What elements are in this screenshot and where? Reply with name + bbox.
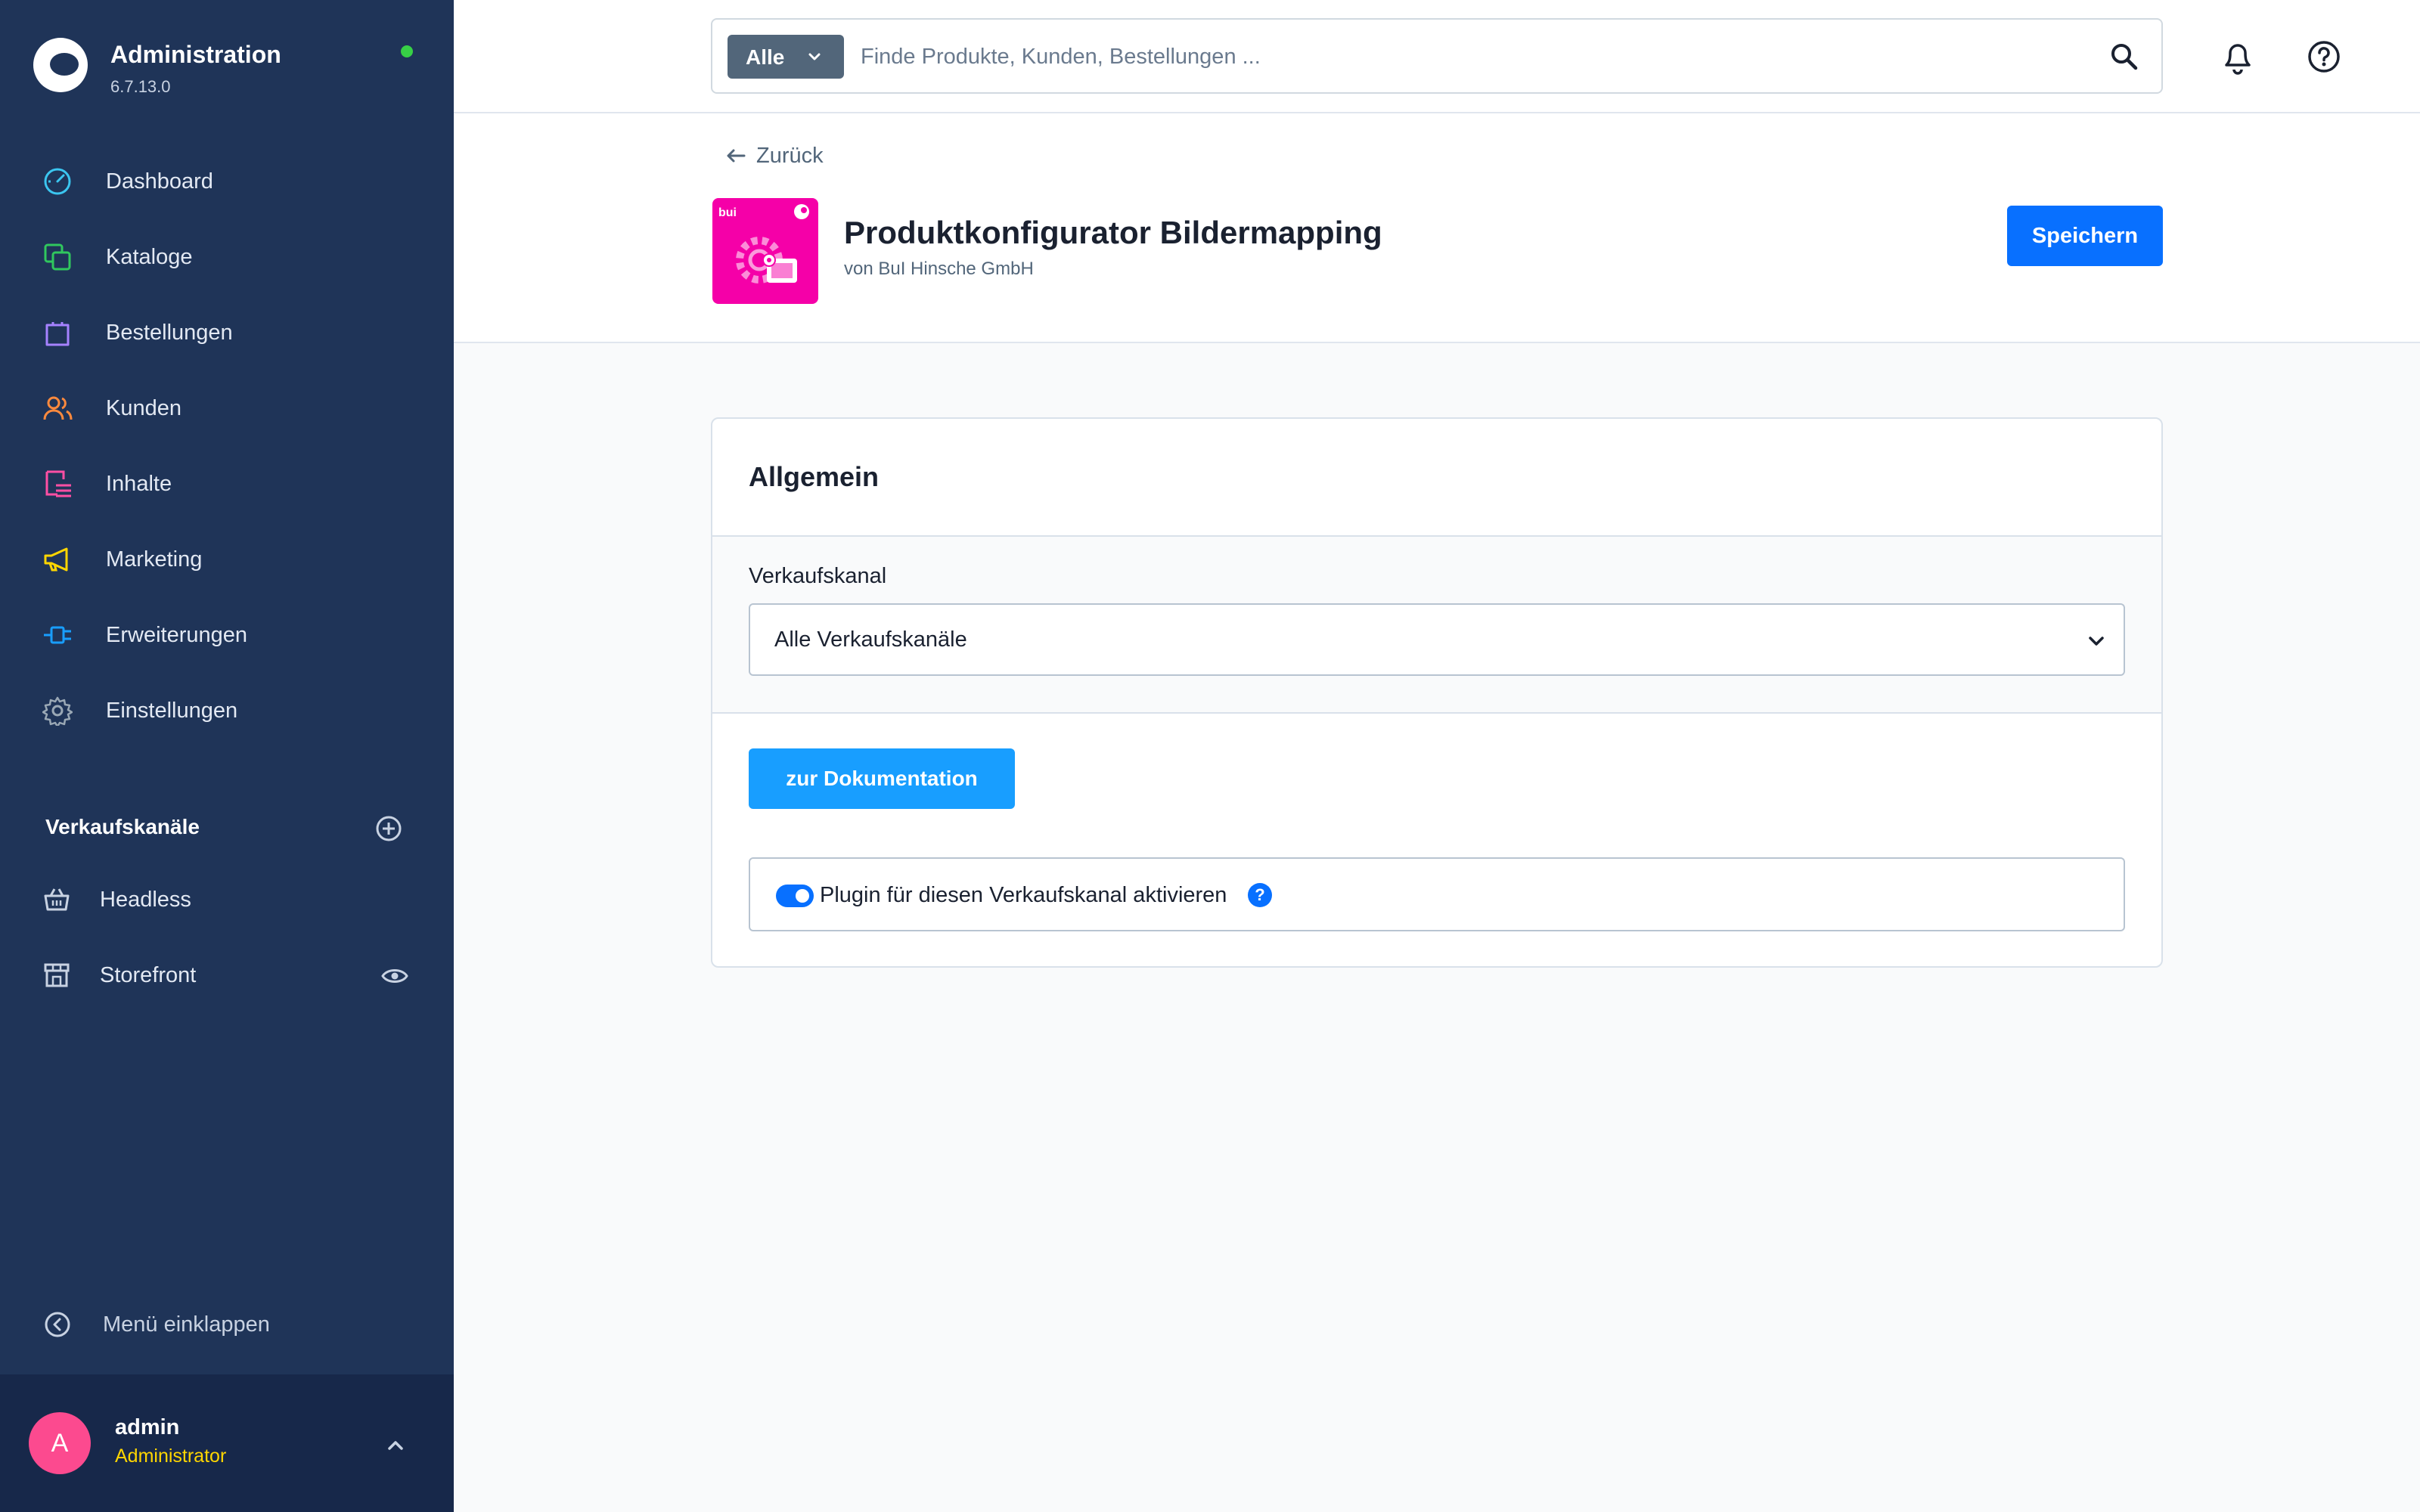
sidebar-item-catalogues[interactable]: Kataloge bbox=[42, 234, 420, 277]
plugin-active-label: Plugin für diesen Verkaufskanal aktivier… bbox=[820, 883, 1227, 907]
basket-icon bbox=[44, 888, 70, 911]
plugin-activation-field: Plugin für diesen Verkaufskanal aktivier… bbox=[749, 857, 2125, 931]
divider bbox=[712, 712, 2161, 714]
shopware-logo bbox=[33, 38, 88, 92]
shopping-bag-icon bbox=[45, 322, 70, 346]
sales-channel-storefront[interactable]: Storefront bbox=[42, 953, 420, 995]
user-role: Administrator bbox=[115, 1445, 227, 1467]
arrow-left-icon bbox=[727, 149, 746, 163]
save-button[interactable]: Speichern bbox=[2007, 206, 2163, 266]
sidebar: Administration 6.7.13.0 Dashboard Katalo… bbox=[0, 0, 454, 1512]
bell-icon[interactable] bbox=[2220, 38, 2255, 76]
page-title: Produktkonfigurator Bildermapping bbox=[844, 215, 1382, 250]
sidebar-item-label: Einstellungen bbox=[106, 699, 238, 723]
sidebar-item-label: Bestellungen bbox=[106, 321, 233, 345]
sales-channel-label: Headless bbox=[100, 888, 191, 912]
global-search: Alle bbox=[711, 18, 2163, 94]
plugin-icon bbox=[44, 626, 71, 644]
chevron-up-icon[interactable] bbox=[383, 1433, 408, 1456]
sidebar-item-label: Kunden bbox=[106, 396, 182, 420]
sidebar-item-orders[interactable]: Bestellungen bbox=[42, 310, 420, 352]
page-header: Zurück bui Produktkonfigurator Bildermap… bbox=[454, 113, 2420, 343]
search-input[interactable] bbox=[861, 35, 2055, 79]
chevron-down-icon bbox=[2089, 637, 2104, 646]
plugin-logo: bui bbox=[712, 198, 818, 304]
content-icon bbox=[45, 470, 71, 497]
brand-title: Administration bbox=[110, 41, 281, 68]
brand: Administration 6.7.13.0 bbox=[33, 36, 427, 104]
chevron-down-icon bbox=[808, 53, 821, 60]
sidebar-item-label: Kataloge bbox=[106, 245, 193, 269]
sales-channel-field-label: Verkaufskanal bbox=[749, 564, 887, 588]
add-sales-channel-icon[interactable] bbox=[375, 815, 402, 842]
card-title: Allgemein bbox=[749, 461, 880, 492]
sidebar-item-label: Marketing bbox=[106, 547, 203, 572]
help-tooltip-icon[interactable]: ? bbox=[1248, 883, 1272, 907]
settings-card: Allgemein Verkaufskanal Alle Verkaufskan… bbox=[711, 417, 2163, 968]
collapse-menu-label: Menü einklappen bbox=[103, 1312, 270, 1337]
sales-channel-headless[interactable]: Headless bbox=[42, 877, 420, 919]
megaphone-icon bbox=[44, 547, 68, 572]
eye-icon[interactable] bbox=[381, 965, 408, 987]
sidebar-item-extensions[interactable]: Erweiterungen bbox=[42, 612, 420, 655]
sidebar-item-marketing[interactable]: Marketing bbox=[42, 537, 420, 579]
sidebar-item-settings[interactable]: Einstellungen bbox=[42, 688, 420, 730]
sales-channel-select-value: Alle Verkaufskanäle bbox=[774, 627, 967, 652]
documentation-button[interactable]: zur Dokumentation bbox=[749, 748, 1015, 809]
sidebar-item-content[interactable]: Inhalte bbox=[42, 461, 420, 503]
sales-channel-select[interactable]: Alle Verkaufskanäle bbox=[749, 603, 2125, 676]
users-icon bbox=[43, 396, 73, 420]
brand-version: 6.7.13.0 bbox=[110, 77, 171, 96]
sidebar-item-dashboard[interactable]: Dashboard bbox=[42, 159, 420, 201]
sidebar-item-label: Inhalte bbox=[106, 472, 172, 496]
storefront-icon bbox=[44, 963, 70, 987]
sidebar-item-customers[interactable]: Kunden bbox=[42, 386, 420, 428]
plugin-active-toggle[interactable] bbox=[776, 885, 814, 907]
search-type-label: Alle bbox=[746, 45, 785, 69]
user-name: admin bbox=[115, 1415, 180, 1439]
catalog-icon bbox=[44, 243, 71, 271]
sales-channels-title: Verkaufskanäle bbox=[45, 815, 200, 838]
plugin-logo-text: bui bbox=[718, 206, 737, 219]
user-menu[interactable]: A admin Administrator bbox=[0, 1374, 454, 1512]
gauge-icon bbox=[44, 168, 71, 195]
search-icon[interactable] bbox=[2108, 41, 2140, 73]
online-status-dot bbox=[401, 45, 413, 57]
back-label: Zurück bbox=[756, 144, 824, 168]
sidebar-item-label: Dashboard bbox=[106, 169, 213, 194]
sales-channel-label: Storefront bbox=[100, 963, 197, 987]
help-icon[interactable] bbox=[2307, 39, 2341, 74]
gear-icon bbox=[42, 696, 73, 726]
plugin-vendor: von BuI Hinsche GmbH bbox=[844, 259, 1034, 279]
topbar: Alle bbox=[454, 0, 2420, 113]
avatar: A bbox=[29, 1412, 91, 1474]
search-type-dropdown[interactable]: Alle bbox=[728, 35, 844, 79]
sidebar-item-label: Erweiterungen bbox=[106, 623, 247, 647]
collapse-menu-button[interactable]: Menü einklappen bbox=[44, 1306, 346, 1341]
chevron-left-circle-icon bbox=[45, 1312, 70, 1337]
